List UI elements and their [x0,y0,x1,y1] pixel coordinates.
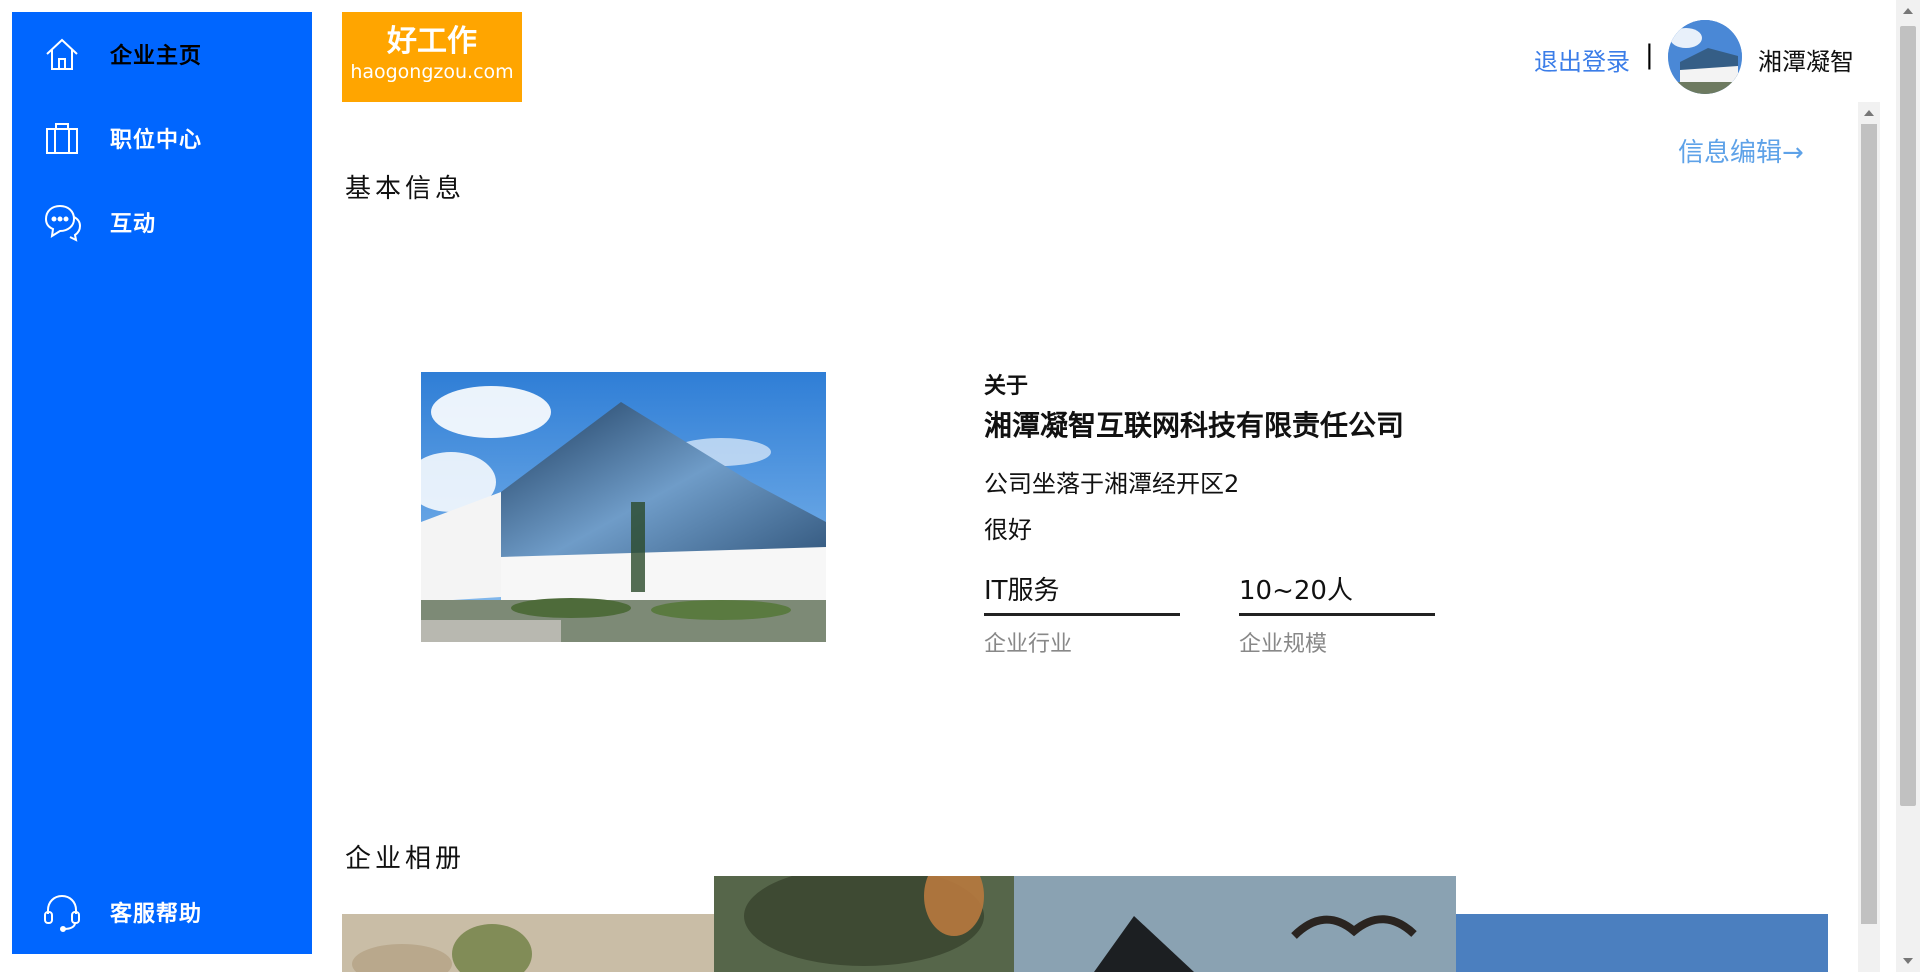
about-label: 关于 [984,374,1029,399]
logo-domain: haogongzou.com [350,61,514,83]
chat-icon [42,202,82,242]
briefcase-icon [42,118,82,158]
industry-caption: 企业行业 [984,632,1073,657]
sidebar-item-interaction[interactable]: 互动 [42,202,156,242]
page-scrollbar[interactable] [1896,0,1920,972]
sidebar-item-label: 互动 [110,212,157,237]
sidebar-item-label: 企业主页 [110,44,203,69]
size-caption: 企业规模 [1239,632,1328,657]
logo-text: 好工作 [387,24,477,59]
scrollbar-thumb[interactable] [1861,124,1877,924]
logout-link[interactable]: 退出登录 [1534,42,1630,77]
company-name: 湘潭凝智互联网科技有限责任公司 [984,409,1405,442]
content-scrollbar[interactable] [1858,102,1880,972]
header-divider: | [1645,40,1654,70]
industry-value: IT服务 [984,570,1180,616]
size-value: 10~20人 [1239,570,1435,616]
edit-info-link[interactable]: 信息编辑→ [1678,132,1804,169]
avatar[interactable] [1668,20,1742,94]
home-icon [42,34,82,74]
sidebar-item-jobs[interactable]: 职位中心 [42,118,202,158]
sidebar-item-label: 职位中心 [110,128,203,153]
scroll-up-arrow-icon[interactable] [1864,110,1874,116]
company-photo [421,372,826,642]
sidebar-item-label: 客服帮助 [110,902,203,927]
scrollbar-thumb[interactable] [1900,26,1916,806]
industry-stat: IT服务 企业行业 [984,570,1180,658]
album-photo[interactable] [1456,914,1828,972]
sidebar-item-home[interactable]: 企业主页 [42,34,202,74]
scroll-up-arrow-icon[interactable] [1903,8,1913,14]
headset-icon [42,892,82,932]
scroll-down-arrow-icon[interactable] [1903,958,1913,964]
album-photo[interactable] [342,914,714,976]
logo[interactable]: 好工作 haogongzou.com [342,12,522,102]
basic-info-title: 基本信息 [345,174,466,204]
company-description: 公司坐落于湘潭经开区2 [984,470,1240,498]
sidebar-item-help[interactable]: 客服帮助 [42,892,202,932]
album-title: 企业相册 [345,844,466,874]
size-stat: 10~20人 企业规模 [1239,570,1435,658]
company-extra-note: 很好 [984,516,1032,544]
sidebar: 企业主页 职位中心 互动 客服帮助 [12,12,312,954]
username: 湘潭凝智 [1758,48,1854,76]
album-photo[interactable] [714,856,1456,972]
